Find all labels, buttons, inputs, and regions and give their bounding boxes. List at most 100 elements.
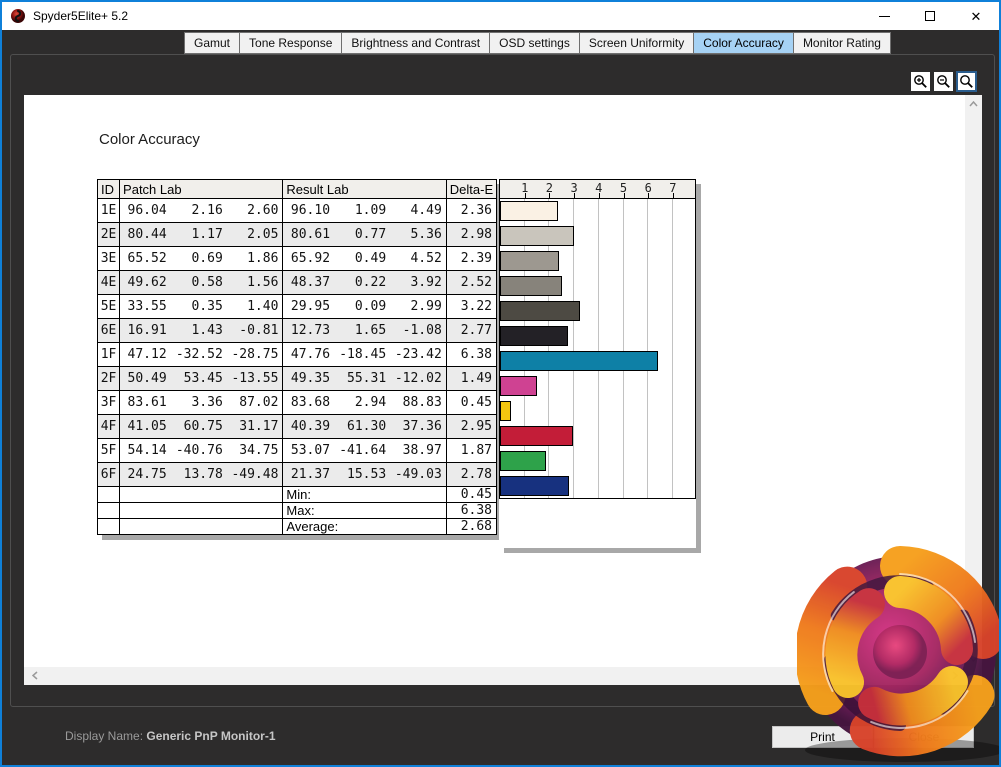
minimize-button[interactable] <box>861 2 907 30</box>
tab-osd-settings[interactable]: OSD settings <box>489 32 580 54</box>
delta-e-bar-6E <box>500 326 568 346</box>
cell-result-lab: 12.73 <box>283 319 334 343</box>
zoom-in-button[interactable] <box>910 71 931 92</box>
gridline <box>598 199 599 498</box>
zoom-window-button[interactable] <box>956 71 977 92</box>
cell-patch-lab: 50.49 <box>120 367 171 391</box>
tab-screen-uniformity[interactable]: Screen Uniformity <box>579 32 694 54</box>
cell-id: 2F <box>98 367 120 391</box>
cell-patch-lab: 13.78 <box>171 463 227 487</box>
cell-patch-lab: 65.52 <box>120 247 171 271</box>
delta-e-bar-1E <box>500 201 558 221</box>
cell-delta-e: 6.38 <box>446 343 496 367</box>
cell-patch-lab: 1.17 <box>171 223 227 247</box>
cell-patch-lab: -28.75 <box>227 343 283 367</box>
cell-result-lab: 65.92 <box>283 247 334 271</box>
axis-tick-mark <box>599 193 600 198</box>
tab-gamut[interactable]: Gamut <box>184 32 240 54</box>
cell-patch-lab: 80.44 <box>120 223 171 247</box>
cell-patch-lab: 49.62 <box>120 271 171 295</box>
chevron-up-icon <box>969 101 978 107</box>
print-button[interactable]: Print <box>772 726 873 748</box>
cell-patch-lab: 60.75 <box>171 415 227 439</box>
cell-result-lab: -12.02 <box>390 367 446 391</box>
cell-id: 3E <box>98 247 120 271</box>
cell-patch-lab: 2.16 <box>171 199 227 223</box>
scroll-up-button[interactable] <box>965 95 982 112</box>
gridline <box>672 199 673 498</box>
summary-value: 6.38 <box>446 503 496 519</box>
cell-id: 6F <box>98 463 120 487</box>
table-row: 3F83.613.3687.0283.682.9488.830.45 <box>98 391 497 415</box>
scroll-right-button[interactable] <box>946 667 963 684</box>
cell-result-lab: -49.03 <box>390 463 446 487</box>
cell-delta-e: 3.22 <box>446 295 496 319</box>
cell-patch-lab: 33.55 <box>120 295 171 319</box>
maximize-button[interactable] <box>907 2 953 30</box>
cell-delta-e: 2.52 <box>446 271 496 295</box>
axis-tick-mark <box>673 193 674 198</box>
cell-id: 2E <box>98 223 120 247</box>
axis-tick-mark <box>648 193 649 198</box>
cell-result-lab: 2.99 <box>390 295 446 319</box>
summary-value: 2.68 <box>446 519 496 535</box>
horizontal-scrollbar[interactable] <box>24 667 965 685</box>
cell-patch-lab: 2.05 <box>227 223 283 247</box>
summary-label: Average: <box>283 519 446 535</box>
cell-id: 3F <box>98 391 120 415</box>
column-header-result: Result Lab <box>283 180 446 199</box>
spyder-app-icon <box>10 8 26 24</box>
tab-brightness-and-contrast[interactable]: Brightness and Contrast <box>341 32 490 54</box>
app-window: Spyder5Elite+ 5.2 ✕ GamutTone ResponseBr… <box>0 0 1001 767</box>
vertical-scrollbar[interactable] <box>965 95 982 685</box>
minimize-icon <box>879 16 890 17</box>
close-window-button[interactable]: ✕ <box>953 2 999 30</box>
gridline <box>623 199 624 498</box>
cell-patch-lab: 0.58 <box>171 271 227 295</box>
cell-result-lab: 5.36 <box>390 223 446 247</box>
cell-empty <box>120 519 283 535</box>
cell-result-lab: 53.07 <box>283 439 334 463</box>
page-title: Color Accuracy <box>99 131 200 148</box>
close-button[interactable]: Close <box>874 726 974 748</box>
cell-result-lab: 2.94 <box>334 391 390 415</box>
tab-tone-response[interactable]: Tone Response <box>239 32 342 54</box>
zoom-out-button[interactable] <box>933 71 954 92</box>
cell-empty <box>98 487 120 503</box>
cell-result-lab: -23.42 <box>390 343 446 367</box>
cell-delta-e: 1.87 <box>446 439 496 463</box>
axis-tick-mark <box>549 193 550 198</box>
cell-patch-lab: 0.69 <box>171 247 227 271</box>
cell-patch-lab: -49.48 <box>227 463 283 487</box>
cell-patch-lab: 3.36 <box>171 391 227 415</box>
cell-id: 6E <box>98 319 120 343</box>
table-row: 5E33.550.351.4029.950.092.993.22 <box>98 295 497 319</box>
cell-patch-lab: -32.52 <box>171 343 227 367</box>
cell-result-lab: -41.64 <box>334 439 390 463</box>
cell-result-lab: 40.39 <box>283 415 334 439</box>
display-name-value: Generic PnP Monitor-1 <box>146 729 275 743</box>
axis-tick-mark <box>525 193 526 198</box>
delta-e-bar-5F <box>500 451 546 471</box>
cell-patch-lab: 1.56 <box>227 271 283 295</box>
scroll-left-button[interactable] <box>26 667 43 684</box>
delta-e-bar-1F <box>500 351 658 371</box>
chart-footer <box>499 499 696 548</box>
cell-patch-lab: 16.91 <box>120 319 171 343</box>
maximize-icon <box>925 11 935 21</box>
tab-color-accuracy[interactable]: Color Accuracy <box>693 32 794 54</box>
chart-axis-header: 1234567 <box>499 179 696 199</box>
cell-id: 5F <box>98 439 120 463</box>
zoom-out-icon <box>936 74 951 89</box>
cell-result-lab: 83.68 <box>283 391 334 415</box>
delta-e-bar-4E <box>500 276 562 296</box>
cell-patch-lab: 24.75 <box>120 463 171 487</box>
summary-row: Min:0.45 <box>98 487 497 503</box>
summary-label: Min: <box>283 487 446 503</box>
tab-monitor-rating[interactable]: Monitor Rating <box>793 32 891 54</box>
scroll-down-button[interactable] <box>965 650 982 667</box>
cell-patch-lab: 0.35 <box>171 295 227 319</box>
cell-result-lab: 49.35 <box>283 367 334 391</box>
cell-result-lab: 21.37 <box>283 463 334 487</box>
title-bar: Spyder5Elite+ 5.2 ✕ <box>2 2 999 30</box>
